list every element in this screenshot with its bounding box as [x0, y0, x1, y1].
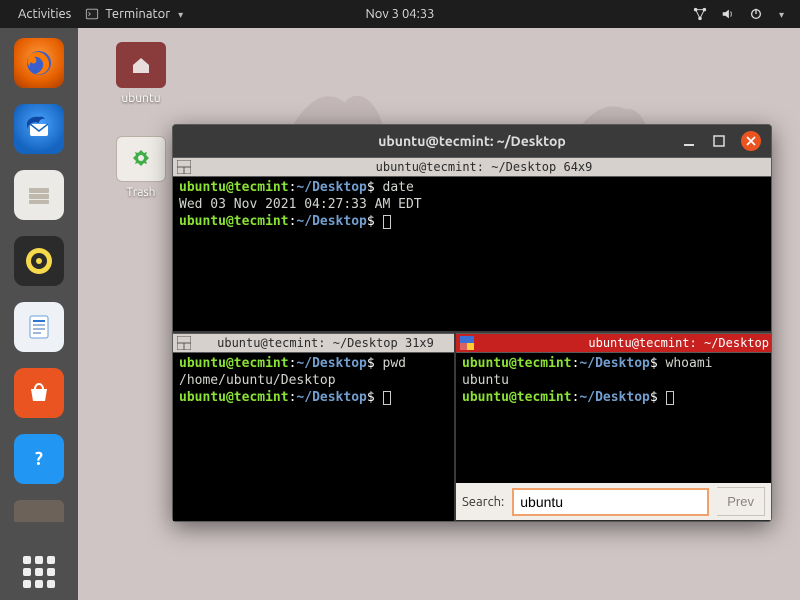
minimize-button[interactable]: [681, 133, 697, 149]
split-icon: [177, 336, 191, 350]
activities-button[interactable]: Activities: [18, 7, 71, 21]
home-folder-icon: [129, 53, 153, 77]
trash-icon: [129, 147, 153, 171]
dock-firefox[interactable]: [14, 38, 64, 88]
chevron-down-icon: [777, 7, 784, 21]
power-icon: [749, 7, 763, 21]
pane-bl-body[interactable]: ubuntu@tecmint:~/Desktop$ pwd /home/ubun…: [173, 353, 454, 521]
cursor: [383, 215, 391, 229]
pane-top-tab-label: ubuntu@tecmint: ~/Desktop 64x9: [197, 157, 771, 177]
cursor: [383, 391, 391, 405]
close-button[interactable]: [741, 131, 761, 151]
status-area[interactable]: [693, 7, 800, 21]
pane-bl-tab[interactable]: ubuntu@tecmint: ~/Desktop 31x9: [173, 333, 454, 353]
terminal-icon: [85, 7, 99, 21]
search-label: Search:: [462, 495, 504, 509]
volume-icon: [721, 7, 735, 21]
desktop-icon-trash-label: Trash: [106, 186, 176, 199]
pane-top-tab[interactable]: ubuntu@tecmint: ~/Desktop 64x9: [173, 157, 771, 177]
dock-software[interactable]: [14, 368, 64, 418]
search-prev-button[interactable]: Prev: [717, 487, 765, 516]
dock: ?: [0, 28, 78, 600]
files-icon: [24, 180, 54, 210]
dock-thunderbird[interactable]: [14, 104, 64, 154]
document-icon: [24, 312, 54, 342]
app-menu[interactable]: Terminator: [85, 7, 183, 21]
search-input[interactable]: [512, 488, 709, 516]
svg-text:?: ?: [35, 449, 43, 469]
help-icon: ?: [25, 445, 53, 473]
clock[interactable]: Nov 3 04:33: [365, 7, 434, 21]
chevron-down-icon: [176, 7, 183, 21]
dock-partial[interactable]: [14, 500, 64, 522]
dock-rhythmbox[interactable]: [14, 236, 64, 286]
firefox-icon: [22, 46, 56, 80]
dock-help[interactable]: ?: [14, 434, 64, 484]
pane-top-body[interactable]: ubuntu@tecmint:~/Desktop$ date Wed 03 No…: [173, 177, 771, 331]
gnome-top-bar: Activities Terminator Nov 3 04:33: [0, 0, 800, 28]
thunderbird-icon: [24, 114, 54, 144]
pane-bottom-left: ubuntu@tecmint: ~/Desktop 31x9 ubuntu@te…: [173, 333, 454, 521]
search-bar: Search: Prev: [456, 483, 771, 520]
dock-files[interactable]: [14, 170, 64, 220]
desktop-icon-home[interactable]: ubuntu: [106, 42, 176, 105]
desktop-icon-trash[interactable]: Trash: [106, 136, 176, 199]
maximize-button[interactable]: [711, 133, 727, 149]
terminal-window: ubuntu@tecmint: ~/Desktop ubuntu@tecmint…: [172, 124, 772, 522]
network-icon: [693, 7, 707, 21]
desktop[interactable]: ubuntu Trash ubuntu@tecmint: ~/Desktop: [78, 28, 800, 600]
shopping-bag-icon: [25, 379, 53, 407]
app-menu-label: Terminator: [105, 7, 170, 21]
pane-br-body[interactable]: ubuntu@tecmint:~/Desktop$ whoami ubuntu …: [456, 353, 771, 483]
show-applications-button[interactable]: [23, 556, 55, 588]
pane-br-tab[interactable]: ubuntu@tecmint: ~/Desktop: [456, 333, 771, 353]
window-titlebar[interactable]: ubuntu@tecmint: ~/Desktop: [173, 125, 771, 157]
split-icon: [177, 160, 191, 174]
desktop-icon-home-label: ubuntu: [106, 92, 176, 105]
pane-bl-tab-label: ubuntu@tecmint: ~/Desktop 31x9: [197, 333, 454, 353]
speaker-icon: [22, 244, 56, 278]
window-title: ubuntu@tecmint: ~/Desktop: [378, 133, 566, 149]
cursor: [666, 391, 674, 405]
split-icon: [460, 336, 474, 350]
dock-writer[interactable]: [14, 302, 64, 352]
pane-bottom-right: ubuntu@tecmint: ~/Desktop ubuntu@tecmint…: [454, 333, 771, 521]
pane-br-tab-label: ubuntu@tecmint: ~/Desktop: [480, 333, 771, 353]
